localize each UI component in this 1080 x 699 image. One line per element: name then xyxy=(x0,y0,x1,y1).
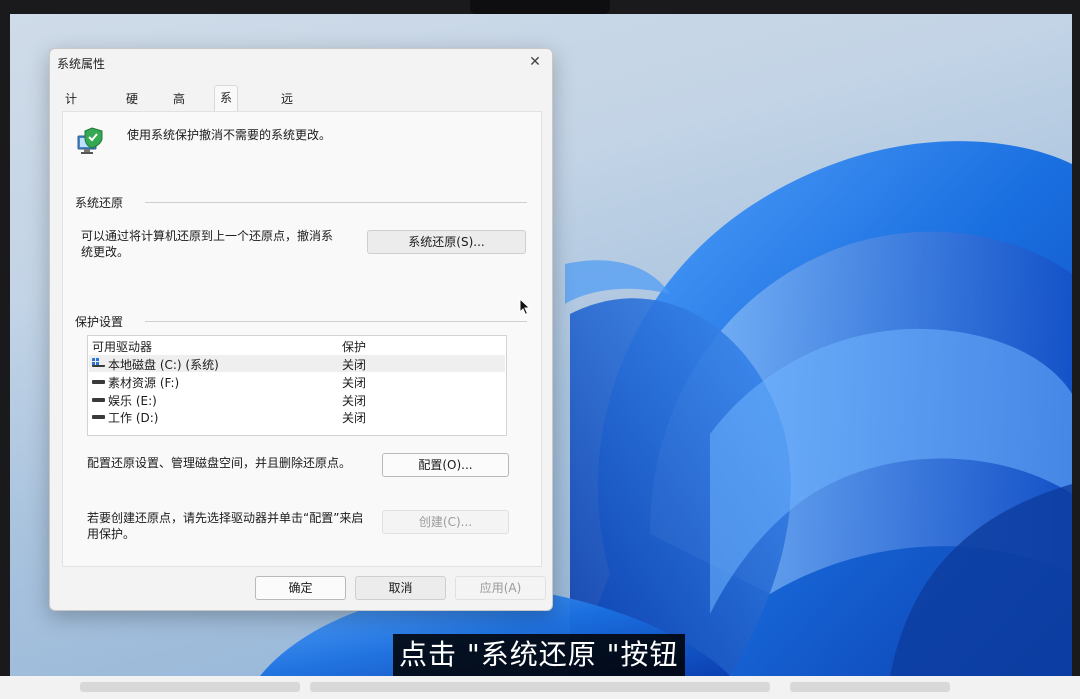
tab-advanced[interactable]: 高级 xyxy=(168,87,190,130)
apply-button[interactable]: 应用(A) xyxy=(455,576,546,600)
tab-computer-name[interactable]: 计算机名 xyxy=(60,87,82,178)
drive-protection-status: 关闭 xyxy=(342,376,367,390)
tab-hardware[interactable]: 硬件 xyxy=(121,87,143,130)
configure-button[interactable]: 配置(O)... xyxy=(382,453,509,477)
divider xyxy=(145,321,527,322)
drive-name: 素材资源 (F:) xyxy=(108,376,180,390)
configure-description: 配置还原设置、管理磁盘空间，并且删除还原点。 xyxy=(87,456,352,470)
blurred-text xyxy=(310,682,770,692)
blurred-text xyxy=(80,682,300,692)
cancel-button[interactable]: 取消 xyxy=(355,576,446,600)
system-restore-button[interactable]: 系统还原(S)... xyxy=(367,230,526,254)
drive-name: 工作 (D:) xyxy=(108,411,159,425)
create-description-line1: 若要创建还原点，请先选择驱动器并单击“配置”来启 xyxy=(87,511,364,525)
drive-row[interactable]: 本地磁盘 (C:) (系统) 关闭 xyxy=(89,355,505,372)
system-restore-group-label: 系统还原 xyxy=(75,196,124,210)
create-description-line2: 用保护。 xyxy=(87,527,136,541)
drive-row[interactable]: 娱乐 (E:) 关闭 xyxy=(89,391,505,408)
tab-remote[interactable]: 远程 xyxy=(276,87,298,130)
divider xyxy=(145,202,527,203)
system-protection-panel: 使用系统保护撤消不需要的系统更改。 系统还原 可以通过将计算机还原到上一个还原点… xyxy=(62,111,542,567)
drive-name: 本地磁盘 (C:) (系统) xyxy=(108,358,219,372)
tab-system-protection[interactable]: 系统保护 xyxy=(214,85,239,177)
system-drive-icon xyxy=(92,358,105,367)
system-properties-dialog: 系统属性 ✕ 计算机名 硬件 高级 系统保护 远程 使用系统保护撤消不需要的系统… xyxy=(49,48,553,611)
mouse-pointer-icon xyxy=(519,298,531,316)
dialog-title: 系统属性 xyxy=(57,57,106,71)
drive-list[interactable]: 可用驱动器 保护 本地磁盘 (C:) (系统) 关闭 素材资源 (F:) 关闭 … xyxy=(87,335,507,436)
restore-description-line1: 可以通过将计算机还原到上一个还原点，撤消系 xyxy=(81,229,334,243)
ok-button[interactable]: 确定 xyxy=(255,576,346,600)
drive-row[interactable]: 素材资源 (F:) 关闭 xyxy=(89,373,505,390)
protection-settings-group-label: 保护设置 xyxy=(75,315,124,329)
drive-icon xyxy=(92,398,105,402)
drive-protection-status: 关闭 xyxy=(342,411,367,425)
restore-description-line2: 统更改。 xyxy=(81,245,130,259)
drive-icon xyxy=(92,415,105,419)
video-caption: 点击 "系统还原 "按钮 xyxy=(393,634,685,676)
column-header-drive[interactable]: 可用驱动器 xyxy=(92,338,152,355)
camera-notch xyxy=(470,0,610,14)
column-header-protection[interactable]: 保护 xyxy=(342,338,366,355)
video-bottom-strip xyxy=(0,676,1080,699)
drive-name: 娱乐 (E:) xyxy=(108,394,157,408)
drive-row[interactable]: 工作 (D:) 关闭 xyxy=(89,408,505,425)
intro-text: 使用系统保护撤消不需要的系统更改。 xyxy=(127,128,332,142)
create-button[interactable]: 创建(C)... xyxy=(382,510,509,534)
drive-protection-status: 关闭 xyxy=(342,358,367,372)
blurred-text xyxy=(790,682,950,692)
drive-protection-status: 关闭 xyxy=(342,394,367,408)
drive-icon xyxy=(92,380,105,384)
system-protection-icon xyxy=(77,127,103,154)
close-icon[interactable]: ✕ xyxy=(526,53,544,71)
